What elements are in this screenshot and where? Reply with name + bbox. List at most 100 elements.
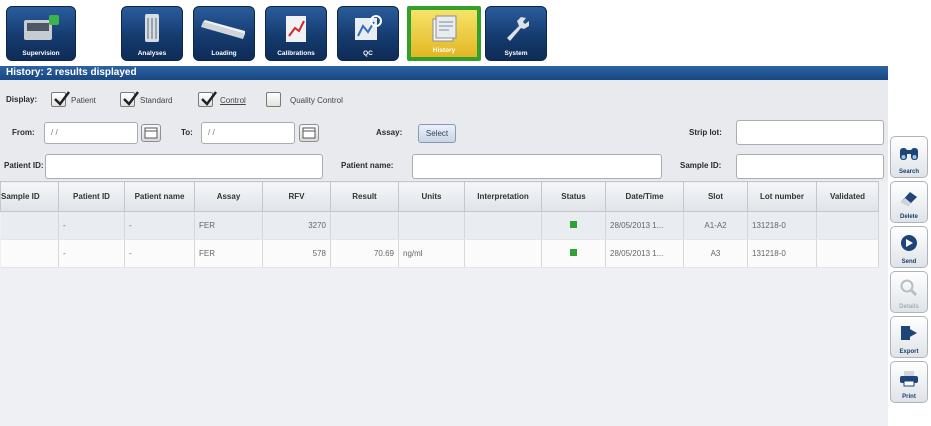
col-assay[interactable]: Assay <box>194 181 263 212</box>
nav-qc-label: QC <box>363 50 373 57</box>
cell-interpretation <box>464 211 542 240</box>
table-row[interactable]: - - FER 3270 28/05/2013 1... A1-A2 13121… <box>0 211 879 240</box>
analyses-icon <box>122 7 182 50</box>
to-label: To: <box>181 128 193 137</box>
nav-supervision-button[interactable]: Supervision <box>6 6 76 61</box>
calibrations-icon <box>266 7 326 50</box>
col-rfv[interactable]: RFV <box>262 181 331 212</box>
cell-assay: FER <box>194 211 263 240</box>
patient-name-label: Patient name: <box>341 161 394 170</box>
col-slot[interactable]: Slot <box>683 181 748 212</box>
patient-id-label: Patient ID: <box>4 161 44 170</box>
qc-icon <box>338 7 398 50</box>
strip-lot-field[interactable] <box>736 120 884 145</box>
status-ok-icon <box>570 221 577 228</box>
cell-result <box>330 211 399 240</box>
cell-patient-id: - <box>58 211 125 240</box>
cell-validated <box>816 211 879 240</box>
cell-sample-id <box>0 211 59 240</box>
send-button[interactable]: Send <box>890 226 928 268</box>
col-patient-id[interactable]: Patient ID <box>58 181 125 212</box>
quality-control-checkbox-label: Quality Control <box>290 96 343 105</box>
nav-supervision-label: Supervision <box>22 50 60 57</box>
cell-patient-name: - <box>124 239 195 268</box>
sample-id-field[interactable] <box>736 154 884 179</box>
nav-calibrations-button[interactable]: Calibrations <box>265 6 327 61</box>
control-checkbox[interactable] <box>198 91 217 107</box>
page-title: History: 2 results displayed <box>0 66 888 80</box>
search-button[interactable]: Search <box>890 136 928 178</box>
strip-lot-label: Strip lot: <box>689 128 722 137</box>
from-calendar-button[interactable] <box>141 124 161 142</box>
col-patient-name[interactable]: Patient name <box>124 181 195 212</box>
cell-date-time: 28/05/2013 1... <box>605 211 684 240</box>
cell-assay: FER <box>194 239 263 268</box>
nav-history-button[interactable]: History <box>407 6 481 61</box>
main-navigation: Supervision Analyses Loading Calibration… <box>0 0 931 66</box>
col-status[interactable]: Status <box>541 181 606 212</box>
status-ok-icon <box>570 249 577 256</box>
col-lot-number[interactable]: Lot number <box>747 181 817 212</box>
checkmark-icon <box>54 91 70 106</box>
patient-name-field[interactable] <box>412 154 662 179</box>
delete-button-label: Delete <box>899 214 918 220</box>
cell-units: ng/ml <box>398 239 465 268</box>
printer-icon <box>898 362 920 394</box>
table-row[interactable]: - - FER 578 70.69 ng/ml 28/05/2013 1... … <box>0 239 879 268</box>
cell-slot: A1-A2 <box>683 211 748 240</box>
cell-rfv: 578 <box>262 239 331 268</box>
nav-calibrations-label: Calibrations <box>277 50 315 57</box>
cell-patient-name: - <box>124 211 195 240</box>
nav-loading-label: Loading <box>211 50 237 57</box>
nav-analyses-button[interactable]: Analyses <box>121 6 183 61</box>
col-result[interactable]: Result <box>330 181 399 212</box>
to-date-field[interactable]: / / <box>201 122 295 144</box>
nav-qc-button[interactable]: QC <box>337 6 399 61</box>
cell-lot-number: 131218-0 <box>747 239 817 268</box>
col-date-time[interactable]: Date/Time <box>605 181 684 212</box>
nav-system-label: System <box>504 50 528 57</box>
col-units[interactable]: Units <box>398 181 465 212</box>
export-button[interactable]: Export <box>890 316 928 358</box>
assay-select-button[interactable]: Select <box>418 124 456 143</box>
nav-analyses-label: Analyses <box>137 50 167 57</box>
system-icon <box>486 7 546 50</box>
control-checkbox-label: Control <box>220 96 246 105</box>
send-button-label: Send <box>901 259 917 265</box>
standard-checkbox[interactable] <box>120 91 139 107</box>
delete-button[interactable]: Delete <box>890 181 928 223</box>
col-sample-id[interactable]: Sample ID <box>0 181 59 212</box>
standard-checkbox-label: Standard <box>140 96 173 105</box>
calendar-icon <box>302 127 316 139</box>
magnifier-icon <box>898 272 920 304</box>
cell-patient-id: - <box>58 239 125 268</box>
patient-id-field[interactable] <box>45 154 323 179</box>
eraser-icon <box>898 182 920 214</box>
assay-label: Assay: <box>376 128 403 137</box>
quality-control-checkbox[interactable] <box>266 92 281 107</box>
nav-loading-button[interactable]: Loading <box>193 6 255 61</box>
col-interpretation[interactable]: Interpretation <box>464 181 542 212</box>
cell-validated <box>816 239 879 268</box>
details-button-label: Details <box>899 304 919 310</box>
patient-checkbox-label: Patient <box>71 96 96 105</box>
cell-result: 70.69 <box>330 239 399 268</box>
nav-system-button[interactable]: System <box>485 6 547 61</box>
details-button[interactable]: Details <box>890 271 928 313</box>
to-calendar-button[interactable] <box>299 124 319 142</box>
calendar-icon <box>144 127 158 139</box>
checkmark-icon <box>123 91 139 106</box>
print-button[interactable]: Print <box>890 361 928 403</box>
checkmark-icon <box>201 91 217 106</box>
sample-id-label: Sample ID: <box>680 161 722 170</box>
cell-status <box>541 239 606 268</box>
binoculars-icon <box>898 137 920 169</box>
cell-slot: A3 <box>683 239 748 268</box>
patient-checkbox[interactable] <box>51 91 70 107</box>
from-date-field[interactable]: / / <box>44 122 138 144</box>
cell-interpretation <box>464 239 542 268</box>
nav-history-label: History <box>432 47 456 54</box>
supervision-icon <box>7 7 75 50</box>
print-button-label: Print <box>902 394 916 400</box>
col-validated[interactable]: Validated <box>816 181 879 212</box>
